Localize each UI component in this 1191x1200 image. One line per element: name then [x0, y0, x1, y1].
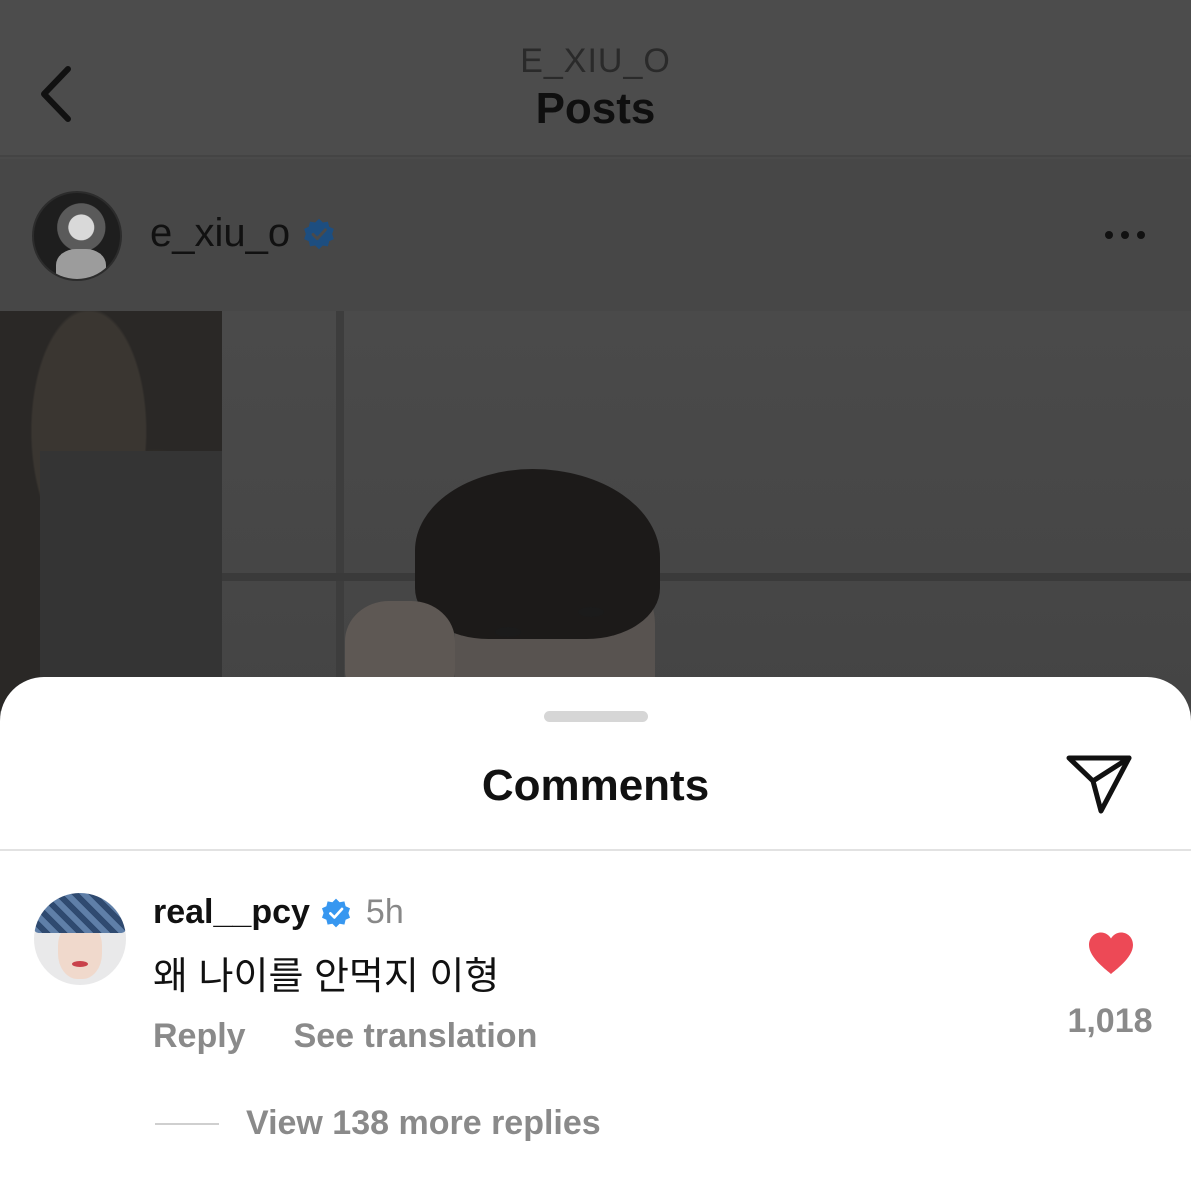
verified-badge-icon	[304, 218, 334, 249]
comments-title: Comments	[481, 761, 710, 810]
reply-button[interactable]: Reply	[153, 1017, 246, 1056]
replies-divider	[155, 1123, 219, 1125]
more-dot-icon	[1137, 231, 1145, 239]
comment-actions: Reply See translation	[153, 1017, 537, 1056]
avatar-lips	[72, 961, 88, 967]
page-title: Posts	[535, 84, 656, 133]
post-author-avatar[interactable]	[32, 191, 122, 281]
view-replies-button[interactable]: View 138 more replies	[246, 1104, 601, 1143]
like-button[interactable]	[1086, 930, 1136, 976]
commenter-avatar[interactable]	[34, 893, 126, 985]
comment-meta: real__pcy 5h	[153, 893, 404, 932]
photo-eye	[578, 607, 604, 617]
top-navigation-bar: E_XIU_O Posts	[0, 0, 1191, 157]
comment-timestamp: 5h	[365, 893, 404, 931]
post-header: e_xiu_o	[0, 159, 1191, 311]
like-count: 1,018	[1067, 1002, 1153, 1040]
see-translation-button[interactable]: See translation	[294, 1017, 538, 1056]
share-button[interactable]	[1064, 753, 1134, 817]
photo-wall-seam	[222, 573, 1191, 581]
more-options-button[interactable]	[1095, 215, 1155, 255]
more-dot-icon	[1105, 231, 1113, 239]
avatar-hat	[34, 893, 126, 933]
sheet-divider	[0, 849, 1191, 851]
photo-eye	[495, 627, 521, 637]
more-dot-icon	[1121, 231, 1129, 239]
photo-building	[40, 451, 222, 711]
post-photo[interactable]	[0, 311, 1191, 711]
post-author-username: e_xiu_o	[150, 211, 291, 255]
post-author[interactable]: e_xiu_o	[150, 211, 336, 256]
profile-username: E_XIU_O	[520, 42, 671, 80]
send-icon	[1066, 755, 1132, 814]
photo-wall-seam	[336, 311, 344, 711]
comment-text: 왜 나이를 안먹지 이형	[153, 956, 500, 998]
sheet-drag-handle[interactable]	[544, 711, 648, 722]
commenter-username[interactable]: real__pcy	[153, 893, 310, 932]
heart-icon	[1089, 932, 1133, 974]
photo-hair	[415, 469, 660, 639]
verified-badge-icon	[321, 898, 350, 927]
